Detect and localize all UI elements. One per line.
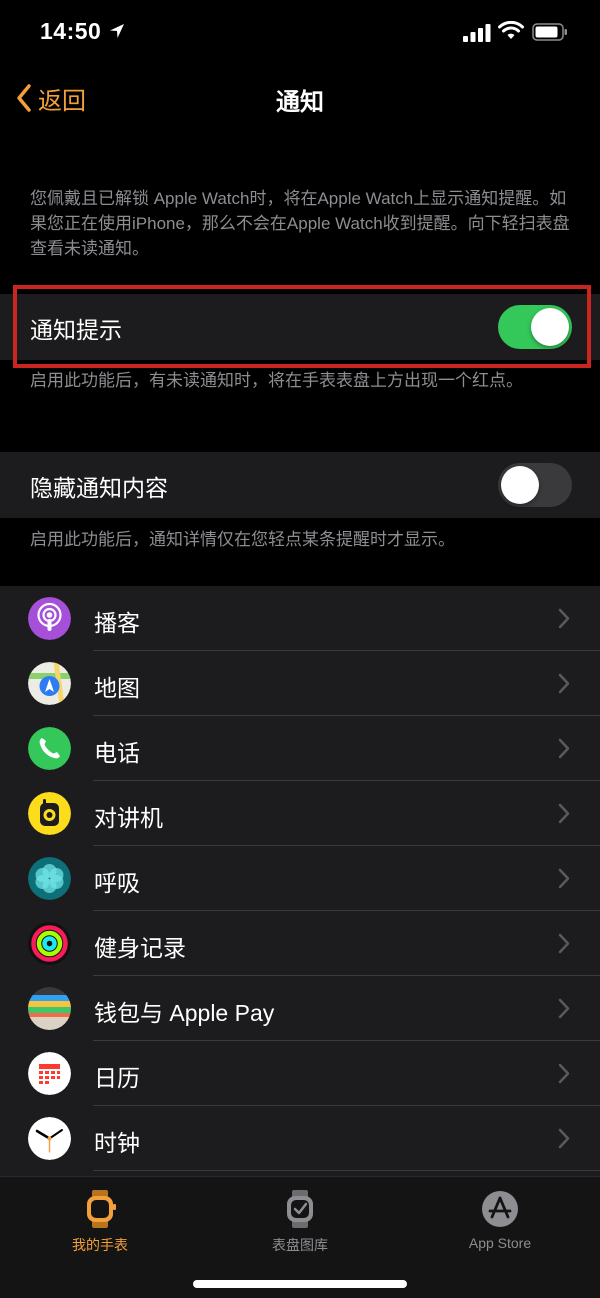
- breathe-icon: [28, 857, 71, 900]
- chevron-right-icon: [558, 868, 570, 889]
- tab-label: App Store: [468, 1235, 532, 1251]
- calendar-icon: [28, 1052, 71, 1095]
- app-label: 对讲机: [94, 805, 163, 831]
- hide-content-footer: 启用此功能后，通知详情仅在您轻点某条提醒时才显示。: [30, 530, 455, 549]
- app-row-walkie-talkie[interactable]: 对讲机: [0, 781, 600, 846]
- hide-content-row: 隐藏通知内容: [0, 452, 600, 518]
- app-label: 电话: [94, 740, 140, 766]
- chevron-right-icon: [558, 608, 570, 629]
- status-bar: 14:50: [0, 0, 600, 68]
- chevron-right-icon: [558, 998, 570, 1019]
- app-label: 地图: [94, 675, 140, 701]
- battery-icon: [532, 23, 567, 41]
- toggle-knob: [531, 308, 569, 346]
- page-title: 通知: [276, 89, 324, 116]
- podcasts-icon: [28, 597, 71, 640]
- tab-app-store[interactable]: App Store: [420, 1189, 580, 1251]
- app-row-maps[interactable]: 地图: [0, 651, 600, 716]
- chevron-right-icon: [558, 738, 570, 759]
- notification-description: 您佩戴且已解锁 Apple Watch时，将在Apple Watch上显示通知提…: [30, 189, 570, 258]
- app-row-activity[interactable]: 健身记录: [0, 911, 600, 976]
- notification-indicator-row: 通知提示: [0, 294, 600, 360]
- phone-icon: [28, 727, 71, 770]
- activity-icon: [28, 922, 71, 965]
- app-label: 时钟: [94, 1130, 140, 1156]
- app-label: 播客: [94, 610, 140, 636]
- chevron-right-icon: [558, 1063, 570, 1084]
- nav-bar: 返回 通知: [0, 68, 600, 128]
- clock-icon: [28, 1117, 71, 1160]
- app-row-wallet[interactable]: 钱包与 Apple Pay: [0, 976, 600, 1041]
- wallet-icon: [28, 987, 71, 1030]
- chevron-right-icon: [558, 933, 570, 954]
- chevron-right-icon: [558, 1128, 570, 1149]
- app-label: 钱包与 Apple Pay: [94, 1000, 275, 1026]
- tab-label: 表盘图库: [272, 1237, 328, 1253]
- app-label: 日历: [94, 1065, 140, 1091]
- status-time: 14:50: [40, 18, 102, 44]
- walkie-talkie-icon: [28, 792, 71, 835]
- app-store-icon: [482, 1191, 518, 1227]
- tab-label: 我的手表: [72, 1237, 128, 1253]
- app-label: 呼吸: [94, 870, 140, 896]
- app-row-podcasts[interactable]: 播客: [0, 586, 600, 651]
- chevron-right-icon: [558, 803, 570, 824]
- location-arrow-icon: [110, 24, 124, 38]
- my-watch-icon: [87, 1190, 116, 1228]
- app-row-phone[interactable]: 电话: [0, 716, 600, 781]
- app-row-breathe[interactable]: 呼吸: [0, 846, 600, 911]
- hide-content-toggle[interactable]: [498, 463, 572, 507]
- cellular-signal-icon: [463, 24, 491, 42]
- app-list: 播客 地图 电话 对讲机 呼吸 健身记录 钱包与 Apple Pay 日历 时钟: [0, 586, 600, 1176]
- wifi-icon: [498, 21, 524, 39]
- face-gallery-icon: [287, 1190, 313, 1228]
- tab-my-watch[interactable]: 我的手表: [20, 1189, 180, 1255]
- maps-icon: [28, 662, 71, 705]
- app-label: 健身记录: [94, 935, 186, 961]
- tab-face-gallery[interactable]: 表盘图库: [220, 1189, 380, 1255]
- notification-indicator-label: 通知提示: [30, 317, 122, 343]
- notification-indicator-toggle[interactable]: [498, 305, 572, 349]
- toggle-knob: [501, 466, 539, 504]
- app-row-clock[interactable]: 时钟: [0, 1106, 600, 1171]
- home-indicator: [193, 1280, 407, 1288]
- hide-content-label: 隐藏通知内容: [30, 475, 168, 501]
- chevron-right-icon: [558, 673, 570, 694]
- app-row-calendar[interactable]: 日历: [0, 1041, 600, 1106]
- notification-indicator-footer: 启用此功能后，有未读通知时，将在手表表盘上方出现一个红点。: [30, 371, 523, 390]
